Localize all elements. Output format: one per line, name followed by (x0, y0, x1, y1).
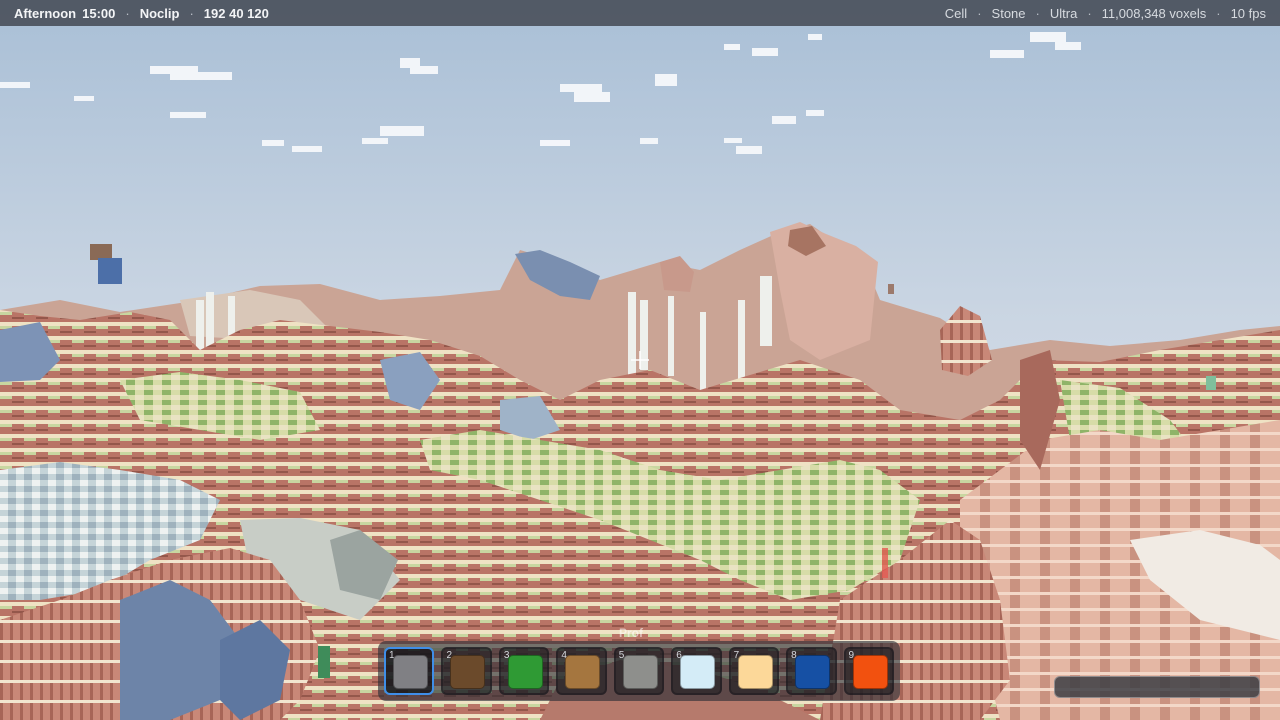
material-swatch (393, 655, 428, 689)
material-label: Stone (991, 5, 1026, 21)
movement-mode-label: Noclip (139, 5, 180, 21)
material-swatch (565, 655, 601, 689)
material-swatch (795, 655, 831, 689)
separator: · (1087, 5, 1092, 21)
hotbar-slot[interactable]: 3 (498, 647, 550, 695)
quality-label: Ultra (1049, 5, 1078, 21)
separator: · (125, 5, 130, 21)
coordinates-label: 192 40 120 (203, 5, 269, 21)
material-swatch (852, 655, 888, 689)
material-swatch (680, 655, 716, 689)
hotbar-slot[interactable]: 5 (613, 647, 665, 695)
hotbar-slot[interactable]: 1 (384, 647, 435, 695)
status-bar-left: Afternoon 15:00 · Noclip · 192 40 120 (14, 6, 269, 21)
game-viewport[interactable]: Afternoon 15:00 · Noclip · 192 40 120 Ce… (0, 0, 1280, 720)
hotbar-slot[interactable]: 4 (556, 647, 607, 695)
material-swatch (622, 655, 658, 689)
hotbar-slot[interactable]: 6 (671, 647, 722, 695)
fps-label: 10 fps (1230, 5, 1266, 21)
loading-progress-bar (1054, 676, 1260, 698)
crosshair (631, 351, 649, 369)
voxel-count-label: 11,008,348 voxels (1101, 5, 1207, 21)
hotbar-slot[interactable]: 8 (786, 647, 837, 695)
hotbar: 1 2 3 4 5 6 7 8 9 (378, 641, 900, 701)
material-swatch (507, 655, 543, 689)
hotbar-tooltip: Prof (619, 626, 643, 640)
separator: · (189, 5, 194, 21)
separator: · (1216, 5, 1221, 21)
clock-label: 15:00 (82, 5, 116, 21)
material-swatch (737, 655, 773, 689)
render-mode-label: Cell (944, 5, 968, 21)
time-of-day-label: Afternoon (14, 5, 77, 21)
status-bar-right: Cell · Stone · Ultra · 11,008,348 voxels… (945, 6, 1266, 21)
separator: · (977, 5, 982, 21)
material-swatch (450, 655, 486, 689)
hotbar-slot[interactable]: 2 (441, 647, 492, 695)
separator: · (1035, 5, 1040, 21)
status-bar: Afternoon 15:00 · Noclip · 192 40 120 Ce… (0, 0, 1280, 26)
hotbar-slot[interactable]: 9 (843, 647, 894, 695)
hotbar-slot[interactable]: 7 (728, 647, 780, 695)
